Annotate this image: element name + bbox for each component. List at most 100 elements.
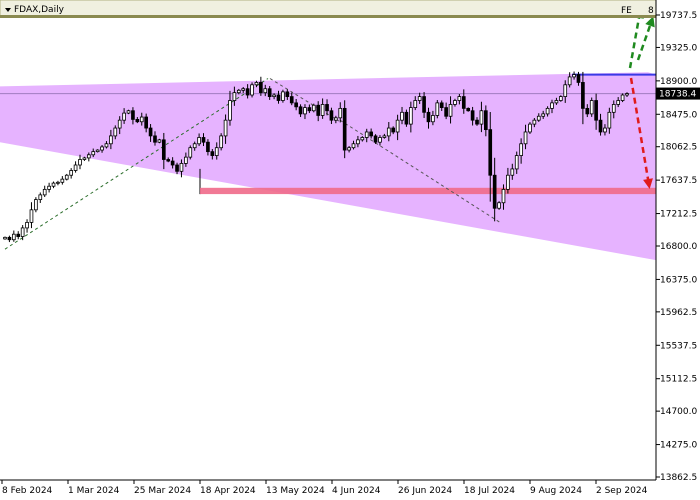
candle-body [311, 104, 316, 112]
candle-body [139, 116, 144, 123]
candle-body [100, 146, 104, 151]
candle-body [435, 102, 440, 116]
y-tick-label: 15112.5 [660, 375, 697, 385]
candle-body [395, 119, 400, 133]
candle-body [528, 123, 532, 133]
candle-body [276, 94, 281, 101]
candle-body [157, 139, 162, 143]
candle-body [611, 104, 616, 113]
candle-body [413, 100, 418, 108]
x-tick-label: 8 Feb 2024 [2, 486, 53, 496]
candle-body [523, 131, 528, 145]
candle-body [501, 188, 506, 204]
candle-body [303, 107, 307, 115]
candle-body [214, 147, 219, 156]
candle-body [38, 194, 43, 201]
candle-body [73, 164, 78, 171]
candle-body [536, 115, 541, 121]
y-tick-label: 19325.0 [660, 43, 697, 53]
candle-body [506, 174, 510, 190]
candle-body [466, 107, 471, 112]
current-price-label: 18738.4 [659, 90, 696, 100]
candle-body [625, 93, 629, 96]
candle-body [364, 131, 369, 138]
candle-body [558, 96, 563, 101]
candle-body [378, 137, 382, 143]
candle-body [594, 100, 598, 121]
x-tick-label: 13 May 2024 [266, 486, 325, 496]
candle-body [232, 92, 237, 101]
candle-body [484, 110, 488, 131]
candle-body [448, 104, 453, 117]
x-tick-label: 4 Jun 2024 [332, 486, 381, 496]
candle-body [316, 104, 321, 116]
candle-body [228, 100, 232, 121]
candle-body [126, 110, 131, 114]
candle-body [356, 139, 360, 145]
candle-body [166, 159, 171, 162]
candle-body [488, 129, 493, 176]
candle-body [47, 185, 51, 190]
candle-body [400, 111, 404, 121]
candle-body [514, 155, 519, 170]
candle-body [201, 137, 206, 143]
candle-body [532, 119, 537, 125]
candle-body [42, 188, 47, 196]
x-tick-label: 25 Mar 2024 [134, 486, 191, 496]
candle-body [404, 111, 409, 125]
y-tick-label: 13862.5 [660, 473, 697, 483]
candle-body [219, 135, 223, 149]
y-tick-label: 17212.5 [660, 210, 697, 220]
candle-body [263, 88, 268, 94]
candle-body [294, 102, 298, 108]
candle-body [417, 96, 422, 101]
candle-body [607, 111, 612, 129]
candle-body [422, 96, 426, 113]
candle-body [34, 199, 38, 211]
candle-body [320, 104, 325, 116]
candle-body [210, 151, 215, 156]
candle-body [338, 107, 343, 119]
candle-body [91, 151, 96, 156]
candle-body [153, 135, 157, 143]
candle-body [541, 113, 546, 117]
candle-body [11, 233, 16, 241]
candle-body [581, 82, 585, 109]
candle-body [131, 110, 135, 120]
candle-body [250, 84, 254, 96]
y-tick-label: 15962.5 [660, 308, 697, 318]
candle-body [122, 112, 126, 121]
candle-body [453, 100, 457, 105]
candle-body [188, 147, 193, 158]
candle-body [272, 94, 276, 97]
candle-body [382, 135, 387, 138]
candle-body [135, 118, 140, 123]
candle-body [267, 88, 272, 97]
candle-body [369, 131, 373, 137]
candle-body [78, 159, 82, 166]
candle-body [510, 168, 515, 176]
candle-body [409, 107, 413, 125]
candle-body [325, 104, 329, 112]
candle-body [144, 116, 148, 129]
candle-body [347, 147, 351, 151]
price-chart[interactable]: FDAX,Daily FE 8 19737.5 19325.0 18900.0 184… [0, 0, 700, 500]
header-bar [0, 0, 657, 18]
candle-body [391, 127, 396, 133]
candle-body [307, 107, 312, 112]
y-tick-label: 19737.5 [660, 11, 697, 21]
candle-body [479, 110, 484, 125]
candle-body [51, 182, 56, 187]
candle-body [104, 143, 109, 148]
candle-body [170, 160, 175, 166]
candle-body [567, 76, 572, 86]
x-tick-label: 9 Aug 2024 [530, 486, 582, 496]
candle-body [179, 163, 184, 172]
symbol-label[interactable]: FDAX,Daily [14, 5, 65, 15]
x-tick-label: 18 Apr 2024 [200, 486, 256, 496]
candle-body [373, 135, 378, 143]
candle-body [95, 149, 100, 153]
candle-body [206, 141, 210, 153]
candle-body [7, 236, 12, 241]
candle-body [82, 157, 87, 160]
